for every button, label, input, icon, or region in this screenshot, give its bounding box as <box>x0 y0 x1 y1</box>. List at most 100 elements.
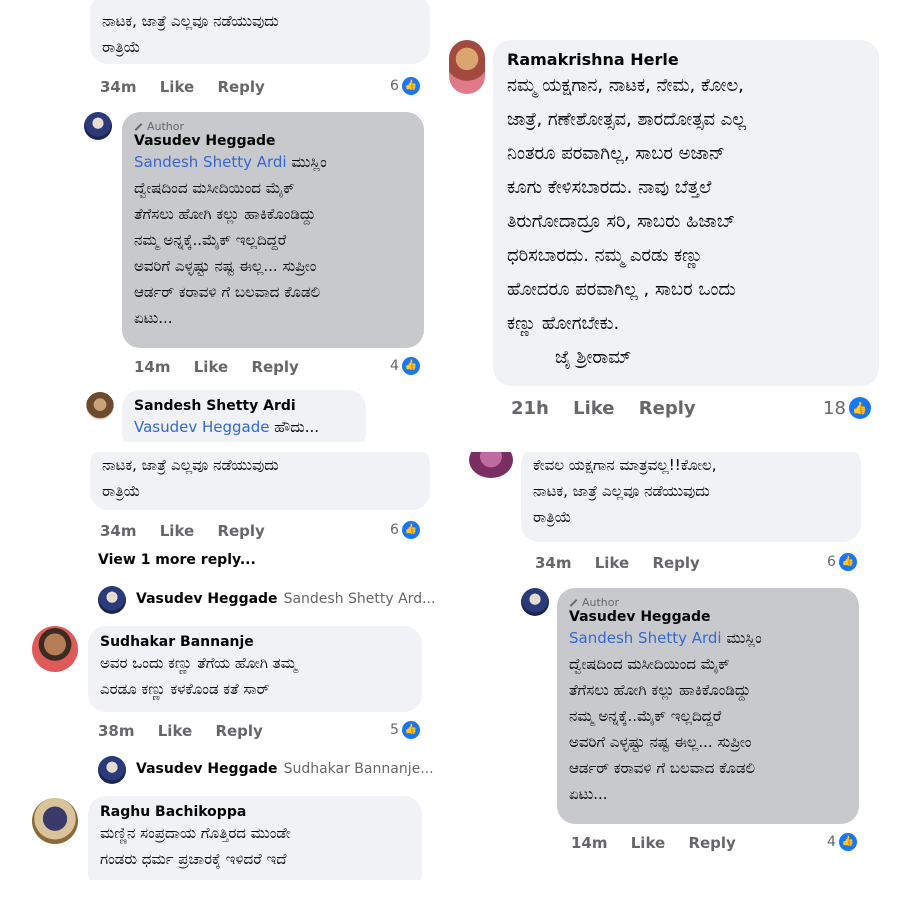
comment-text: ಅವರ ಒಂದು ಕಣ್ಣು ತೆಗೆಯ ಹೋಗಿ ತಮ್ಮ <box>100 654 297 672</box>
comment-text: ಕೇವಲ ಯಕ್ಷಗಾನ ಮಾತ್ರವಲ್ಲ!!ಕೋಲ, <box>533 456 717 474</box>
reaction-count: 6 👍 <box>390 77 420 95</box>
like-reaction-icon: 👍 <box>401 521 420 539</box>
like-reaction-icon: 👍 <box>401 357 420 375</box>
avatar[interactable] <box>98 586 126 614</box>
comment-text: ತೆಗೆಸಲು ಹೋಗಿ ಕಲ್ಲು ಹಾಕಿಕೊಂಡಿದ್ದು <box>569 681 751 699</box>
like-button[interactable]: Like <box>194 358 228 376</box>
comment-text: ರಾತ್ರಿಯೆ <box>102 482 141 500</box>
comment-text: ತೆಗೆಸಲು ಹೋಗಿ ಕಲ್ಲು ಹಾಕಿಕೊಂಡಿದ್ದು <box>134 205 316 223</box>
reply-button[interactable]: Reply <box>652 554 699 572</box>
panel-top-left: ನಾಟಕ, ಜಾತ್ರೆ ಎಲ್ಲವೂ ನಡೆಯುವುದು ರಾತ್ರಿಯೆ 3… <box>10 0 442 442</box>
collapsed-reply[interactable]: Vasudev Heggade Sudhakar Bannanje... <box>136 761 434 777</box>
reaction-number: 4 <box>827 834 836 850</box>
commenter-name[interactable]: Vasudev Heggade <box>136 761 278 777</box>
comment-text: ಗಂಡರು ಧರ್ಮ ಪ್ರಚಾರಕ್ಕೆ ಇಳಿದರೆ ಇದೆ <box>100 850 287 868</box>
comment-actions: 34m Like Reply <box>535 554 718 572</box>
like-button[interactable]: Like <box>160 78 194 96</box>
comment-text: ಕಣ್ಣು ಹೋಗಬೇಕು. <box>507 313 620 334</box>
avatar[interactable] <box>469 452 513 478</box>
comment-bubble: Raghu Bachikoppa ಮಣ್ಣಿನ ಸಂಪ್ರದಾಯ ಗೊತ್ತಿರ… <box>88 796 422 880</box>
comment-bubble: Sandesh Shetty Ardi Vasudev Heggade ಹೌದು… <box>122 390 366 442</box>
comment-text: ನಮ್ಮ ಅನ್ನಕ್ಕೆ..ಮೈಕ್ ಇಲ್ಲದಿದ್ದರೆ <box>569 707 722 725</box>
comment-text: ರಾತ್ರಿಯೆ <box>102 38 141 56</box>
like-button[interactable]: Like <box>595 554 629 572</box>
comment-text: ದ್ವೇಷದಿಂದ ಮಸೀದಿಯಿಂದ ಮೈಕ್ <box>134 179 295 197</box>
reaction-count: 5 👍 <box>390 721 420 739</box>
avatar[interactable] <box>521 588 549 616</box>
reply-button[interactable]: Reply <box>217 78 264 96</box>
like-button[interactable]: Like <box>160 522 194 540</box>
reply-button[interactable]: Reply <box>688 834 735 852</box>
commenter-name[interactable]: Sandesh Shetty Ardi <box>134 398 354 414</box>
reaction-count: 18 👍 <box>823 397 871 419</box>
like-reaction-icon: 👍 <box>838 833 857 851</box>
avatar[interactable] <box>84 112 112 140</box>
reply-button[interactable]: Reply <box>217 522 264 540</box>
reaction-number: 18 <box>823 397 846 419</box>
reply-preview: Sudhakar Bannanje... <box>283 761 434 777</box>
comment-bubble: Ramakrishna Herle ನಮ್ಮ ಯಕ್ಷಗಾನ, ನಾಟಕ, ನೇ… <box>493 40 879 386</box>
like-reaction-icon: 👍 <box>401 77 420 95</box>
comment-bubble: ನಾಟಕ, ಜಾತ್ರೆ ಎಲ್ಲವೂ ನಡೆಯುವುದು ರಾತ್ರಿಯೆ <box>90 0 430 64</box>
comment-actions: 34m Like Reply <box>100 522 283 540</box>
comment-text: ಮಣ್ಣಿನ ಸಂಪ್ರದಾಯ ಗೊತ್ತಿರದ ಮುಂಡೇ <box>100 824 291 842</box>
author-text: Author <box>582 596 620 609</box>
author-reply-bubble: Author Vasudev Heggade Sandesh Shetty Ar… <box>557 588 859 824</box>
comment-text: ನಮ್ಮ ಯಕ್ಷಗಾನ, ನಾಟಕ, ನೇಮ, ಕೋಲ, <box>507 75 744 96</box>
view-more-replies-link[interactable]: View 1 more reply... <box>98 552 256 568</box>
comment-actions: 14m Like Reply <box>134 358 317 376</box>
reaction-count: 4 👍 <box>390 357 420 375</box>
mention-link[interactable]: Sandesh Shetty Ardi <box>134 153 287 171</box>
reaction-number: 5 <box>390 722 399 738</box>
pencil-icon <box>134 122 143 131</box>
author-label: Author <box>569 596 847 609</box>
reaction-count: 6 👍 <box>827 553 857 571</box>
pencil-icon <box>569 598 578 607</box>
avatar[interactable] <box>32 626 78 672</box>
reaction-number: 6 <box>827 554 836 570</box>
comment-text: ನಾಟಕ, ಜಾತ್ರೆ ಎಲ್ಲವೂ ನಡೆಯುವುದು <box>102 12 279 30</box>
timestamp: 34m <box>100 78 137 96</box>
comment-text: ಅವರಿಗೆ ಎಳ್ಳಷ್ಟು ನಷ್ಟ ಈಲ್ಲ... ಸುಪ್ರೀಂ <box>134 257 317 275</box>
like-button[interactable]: Like <box>631 834 665 852</box>
comment-text: ಆರ್ಡರ್ ಕರಾವಳಿ ಗೆ ಬಲವಾದ ಕೊಡಲಿ <box>569 759 756 777</box>
commenter-name[interactable]: Raghu Bachikoppa <box>100 804 410 820</box>
comment-bubble: Sudhakar Bannanje ಅವರ ಒಂದು ಕಣ್ಣು ತೆಗೆಯ ಹ… <box>88 626 422 712</box>
comment-text: ರಾತ್ರಿಯೆ <box>533 508 572 526</box>
mention-link[interactable]: Vasudev Heggade <box>134 418 270 436</box>
reply-preview: Sandesh Shetty Ard... <box>283 591 436 607</box>
collapsed-reply[interactable]: Vasudev Heggade Sandesh Shetty Ard... <box>136 591 435 607</box>
reaction-count: 4 👍 <box>827 833 857 851</box>
comment-actions: 34m Like Reply <box>100 78 283 96</box>
avatar[interactable] <box>98 756 126 784</box>
timestamp: 14m <box>571 834 608 852</box>
avatar[interactable] <box>32 798 78 844</box>
comment-text: ಕೂಗು ಕೇಳಿಸಬಾರದು. ನಾವು ಬೆತ್ತಲೆ <box>507 177 712 198</box>
author-label: Author <box>134 120 412 133</box>
timestamp: 38m <box>98 722 135 740</box>
panel-top-right: Ramakrishna Herle ನಮ್ಮ ಯಕ್ಷಗಾನ, ನಾಟಕ, ನೇ… <box>447 0 890 442</box>
comment-text: ನಾಟಕ, ಜಾತ್ರೆ ಎಲ್ಲವೂ ನಡೆಯುವುದು <box>533 482 710 500</box>
mention-link[interactable]: Sandesh Shetty Ardi <box>569 629 722 647</box>
reply-button[interactable]: Reply <box>215 722 262 740</box>
panel-bottom-left: ನಾಟಕ, ಜಾತ್ರೆ ಎಲ್ಲವೂ ನಡೆಯುವುದು ರಾತ್ರಿಯೆ 3… <box>10 452 442 880</box>
like-button[interactable]: Like <box>158 722 192 740</box>
reaction-number: 4 <box>390 358 399 374</box>
comment-text: ನಾಟಕ, ಜಾತ್ರೆ ಎಲ್ಲವೂ ನಡೆಯುವುದು <box>102 456 279 474</box>
comment-text: ಹೋದರೂ ಪರವಾಗಿಲ್ಲ , ಸಾಬರ ಒಂದು <box>507 279 736 300</box>
commenter-name[interactable]: Vasudev Heggade <box>569 609 847 625</box>
commenter-name[interactable]: Ramakrishna Herle <box>507 50 865 69</box>
like-button[interactable]: Like <box>573 398 614 419</box>
comment-bubble: ನಾಟಕ, ಜಾತ್ರೆ ಎಲ್ಲವೂ ನಡೆಯುವುದು ರಾತ್ರಿಯೆ <box>90 452 430 510</box>
like-reaction-icon: 👍 <box>838 553 857 571</box>
avatar[interactable] <box>86 392 114 420</box>
reply-button[interactable]: Reply <box>251 358 298 376</box>
reply-button[interactable]: Reply <box>639 398 696 419</box>
timestamp: 14m <box>134 358 171 376</box>
avatar[interactable] <box>449 40 485 94</box>
commenter-name[interactable]: Vasudev Heggade <box>136 591 278 607</box>
commenter-name[interactable]: Sudhakar Bannanje <box>100 634 410 650</box>
comment-text: ನಿಂತರೂ ಪರವಾಗಿಲ್ಲ, ಸಾಬರ ಅಜಾನ್ <box>507 143 725 164</box>
commenter-name[interactable]: Vasudev Heggade <box>134 133 412 149</box>
timestamp: 34m <box>100 522 137 540</box>
